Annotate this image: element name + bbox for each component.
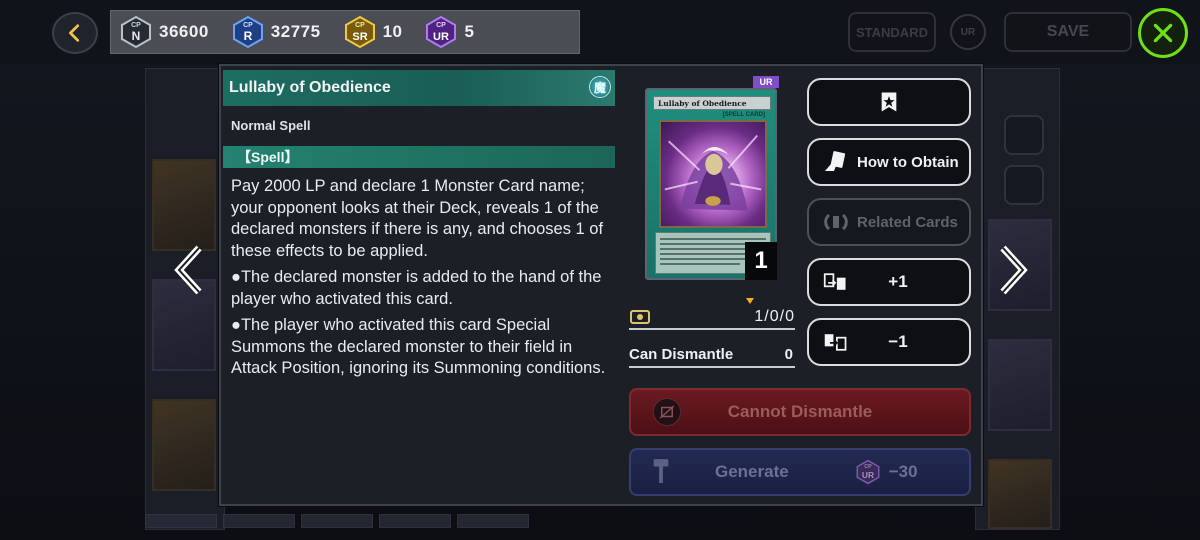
cp-r-icon: CP R xyxy=(231,15,265,49)
favorite-button[interactable] xyxy=(807,78,971,126)
standard-format-button[interactable]: STANDARD xyxy=(848,12,936,52)
svg-text:CP: CP xyxy=(864,464,872,470)
cp-ur-value: 5 xyxy=(464,22,475,41)
remove-from-deck-button[interactable]: −1 xyxy=(807,318,971,366)
save-button[interactable]: SAVE xyxy=(1004,12,1132,52)
cp-r: CP R 32775 xyxy=(231,15,321,49)
can-dismantle-label: Can Dismantle xyxy=(629,346,734,363)
deck-card xyxy=(988,339,1052,431)
cannot-dismantle-label: Cannot Dismantle xyxy=(727,402,873,421)
related-cards-button[interactable]: Related Cards xyxy=(807,198,971,246)
deck-count-badge: 1 xyxy=(745,242,777,280)
svg-text:UR: UR xyxy=(434,31,450,43)
deck-card xyxy=(152,399,216,491)
cp-r-value: 32775 xyxy=(270,22,321,41)
card-category-tag: 【Spell】 xyxy=(223,146,615,168)
spell-attribute-icon: 魔 xyxy=(589,76,611,98)
card-art-type: [SPELL CARD] xyxy=(722,112,765,118)
previous-card-button[interactable] xyxy=(164,238,214,302)
next-card-button[interactable] xyxy=(988,238,1038,302)
can-dismantle-row: Can Dismantle 0 xyxy=(629,344,795,368)
effect-paragraph: Pay 2000 LP and declare 1 Monster Card n… xyxy=(231,177,604,260)
effect-paragraph: ●The declared monster is added to the ha… xyxy=(231,268,602,308)
cp-sr: CP SR 10 xyxy=(343,15,403,49)
back-button[interactable] xyxy=(52,12,98,54)
deck-chip xyxy=(457,514,529,528)
ur-filter-button[interactable]: UR xyxy=(950,14,986,50)
card-detail-dialog: Lullaby of Obedience 魔 Normal Spell 【Spe… xyxy=(219,64,983,506)
generate-label: Generate xyxy=(715,462,789,481)
can-dismantle-value: 0 xyxy=(784,346,793,363)
related-cards-label: Related Cards xyxy=(857,213,958,231)
mobile-icon xyxy=(1004,115,1044,155)
trash-icon xyxy=(1004,165,1044,205)
card-type-line: Normal Spell xyxy=(231,118,311,133)
svg-text:CP: CP xyxy=(243,22,253,29)
cp-sr-value: 10 xyxy=(382,22,403,41)
related-cards-icon xyxy=(821,210,851,234)
deck-chip xyxy=(301,514,373,528)
hand-card-icon xyxy=(821,150,851,174)
card-art-title: Lullaby of Obedience xyxy=(653,96,771,110)
svg-text:SR: SR xyxy=(352,31,367,43)
svg-text:CP: CP xyxy=(437,22,447,29)
svg-text:CP: CP xyxy=(355,22,365,29)
generate-cost: −30 xyxy=(888,462,918,481)
cannot-dismantle-button[interactable]: Cannot Dismantle xyxy=(629,388,971,436)
star-bookmark-icon xyxy=(874,90,904,114)
chevron-right-icon xyxy=(1000,245,1028,295)
rarity-badge: UR xyxy=(753,76,779,88)
card-add-icon xyxy=(821,270,851,294)
dismantle-icon xyxy=(653,398,681,426)
close-icon xyxy=(1153,23,1173,43)
ownership-row: 1/0/0 xyxy=(629,298,795,330)
cp-n-icon: CP N xyxy=(119,15,153,49)
close-button[interactable] xyxy=(1138,8,1188,58)
cp-sr-icon: CP SR xyxy=(343,15,377,49)
ownership-icon xyxy=(630,310,650,324)
hammer-icon xyxy=(647,454,675,490)
card-remove-icon xyxy=(821,330,851,354)
cp-currency-bar: CP N 36600 CP R 32775 CP SR 10 CP UR 5 xyxy=(110,10,580,54)
cp-n-value: 36600 xyxy=(159,22,209,41)
svg-text:N: N xyxy=(132,29,141,43)
deck-chip xyxy=(379,514,451,528)
deck-chip xyxy=(223,514,295,528)
svg-text:UR: UR xyxy=(862,470,874,480)
cp-ur: CP UR 5 xyxy=(424,15,474,49)
chevron-left-icon xyxy=(69,24,80,42)
add-to-deck-button[interactable]: +1 xyxy=(807,258,971,306)
deck-bottom-row xyxy=(145,514,1060,530)
add-label: +1 xyxy=(888,272,908,291)
svg-text:CP: CP xyxy=(131,22,141,29)
cp-ur-icon: CP UR xyxy=(424,15,458,49)
card-name: Lullaby of Obedience xyxy=(229,79,391,96)
how-to-obtain-button[interactable]: How to Obtain xyxy=(807,138,971,186)
how-to-obtain-label: How to Obtain xyxy=(857,153,959,171)
cp-n: CP N 36600 xyxy=(119,15,209,49)
svg-text:R: R xyxy=(243,29,252,43)
card-name-bar: Lullaby of Obedience 魔 xyxy=(223,70,615,106)
ownership-count: 1/0/0 xyxy=(754,308,795,325)
remove-label: −1 xyxy=(888,332,908,351)
ownership-marker xyxy=(746,298,754,304)
card-artwork xyxy=(659,120,767,228)
deck-chip xyxy=(145,514,217,528)
chevron-left-icon xyxy=(174,245,202,295)
generate-button[interactable]: Generate CP UR −30 xyxy=(629,448,971,496)
effect-paragraph: ●The player who activated this card Spec… xyxy=(231,316,606,377)
card-effect-text: Pay 2000 LP and declare 1 Monster Card n… xyxy=(231,176,611,385)
cp-ur-cost-icon: CPUR xyxy=(856,459,880,485)
